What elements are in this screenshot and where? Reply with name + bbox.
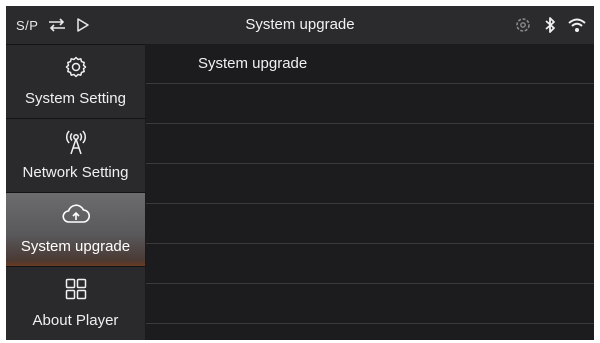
antenna-icon [6,129,145,155]
cloud-upload-icon [6,203,145,227]
settings-cog-icon [514,16,532,34]
list-item [146,284,594,324]
status-bar: S/P System upgrade [6,6,594,44]
switch-arrows-icon[interactable] [48,18,66,32]
grid-icon [6,277,145,301]
sidebar-item-label: System upgrade [20,238,131,255]
status-bar-right [514,6,586,44]
device-screen: S/P System upgrade System Setting Networ… [6,6,594,340]
sidebar-item-label: Network Setting [22,164,129,181]
play-icon[interactable] [76,18,90,32]
sidebar-item-label: System Setting [25,90,126,107]
gear-icon [6,55,145,79]
settings-list: System upgrade [146,44,594,340]
sidebar-item-system-upgrade[interactable]: System upgrade [6,193,145,266]
page-title: System upgrade [245,16,355,33]
list-item [146,84,594,124]
sidebar: System Setting Network Setting System up… [6,44,145,340]
list-item [146,164,594,204]
list-item-system-upgrade[interactable]: System upgrade [146,44,594,84]
sidebar-item-network-setting[interactable]: Network Setting [6,119,145,192]
list-item [146,204,594,244]
status-bar-left: S/P [16,6,90,44]
list-item [146,244,594,284]
source-label[interactable]: S/P [16,18,38,33]
wifi-icon [568,17,586,33]
sidebar-item-system-setting[interactable]: System Setting [6,45,145,118]
sidebar-item-about-player[interactable]: About Player [6,267,145,340]
list-item-label: System upgrade [198,55,308,72]
sidebar-item-label: About Player [32,312,119,329]
list-item [146,124,594,164]
bluetooth-icon [544,16,556,34]
